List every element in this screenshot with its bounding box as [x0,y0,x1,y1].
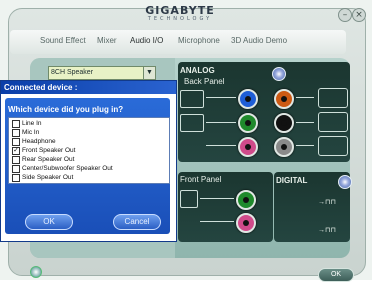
checkbox[interactable] [12,120,20,128]
option-label: Headphone [22,138,56,145]
speaker-icon [318,136,348,156]
brand-subtitle: TECHNOLOGY [147,16,213,22]
checkbox[interactable] [12,129,20,137]
dialog-ok-button[interactable]: OK [25,214,73,230]
checkbox[interactable] [12,174,20,182]
info-icon[interactable] [30,266,42,278]
jack-gray[interactable] [274,137,294,157]
tab-sound-effect[interactable]: Sound Effect [40,36,86,45]
spdif-out-icon: →⊓⊓ [318,199,336,206]
tab-audio-io[interactable]: Audio I/O [130,36,163,45]
tab-microphone[interactable]: Microphone [178,36,220,45]
digital-label: DIGITAL [276,176,308,185]
checkbox[interactable] [12,138,20,146]
wire-line [200,221,234,222]
plug-icon [180,90,204,108]
jack-blue[interactable] [238,89,258,109]
dialog-title: Connected device : [1,81,176,94]
option-label: Line In [22,120,42,127]
plug-icon [180,114,204,132]
jack-front-pink[interactable] [236,213,256,233]
checkbox[interactable] [12,156,20,164]
checkbox-checked[interactable]: ✓ [12,147,20,155]
option-label: Center/Subwoofer Speaker Out [22,165,113,172]
option-label: Rear Speaker Out [22,156,75,163]
tab-3d-audio-demo[interactable]: 3D Audio Demo [231,36,287,45]
wire-line [296,97,314,98]
minimize-icon[interactable]: – [338,8,352,22]
chevron-down-icon[interactable]: ▼ [143,67,155,79]
spdif-in-icon: →⊓⊓ [318,227,336,234]
speaker-config-value: 8CH Speaker [51,69,94,76]
jack-green[interactable] [238,113,258,133]
wire-line [200,198,234,199]
speaker-icon [318,88,348,108]
dialog-cancel-button[interactable]: Cancel [113,214,161,230]
wire-line [296,122,314,123]
wire-line [206,97,236,98]
option-label: Side Speaker Out [22,174,74,181]
headphone-icon [180,190,198,208]
option-label: Mic In [22,129,40,136]
jack-orange[interactable] [274,89,294,109]
wire-line [206,145,236,146]
wire-line [206,122,236,123]
jack-black[interactable] [274,113,294,133]
dialog-question: Which device did you plug in? [8,105,124,114]
settings-icon[interactable] [272,67,286,81]
front-panel-label: Front Panel [180,175,222,184]
jack-front-green[interactable] [236,190,256,210]
speaker-config-select[interactable]: 8CH Speaker ▼ [48,66,156,80]
jack-pink[interactable] [238,137,258,157]
speaker-icon [318,112,348,132]
settings-icon[interactable] [338,175,352,189]
option-label: Front Speaker Out [22,147,76,154]
wire-line [296,145,314,146]
analog-label: ANALOG [180,66,215,75]
app-window: GIGABYTE TECHNOLOGY – × Sound Effect Mix… [0,0,372,282]
device-options-list: Line In Mic In Headphone ✓ Front Speaker… [8,117,170,184]
connected-device-dialog: Connected device : Which device did you … [0,80,177,242]
back-panel-label: Back Panel [184,77,225,86]
close-icon[interactable]: × [352,8,366,22]
checkbox[interactable] [12,165,20,173]
tab-mixer[interactable]: Mixer [97,36,117,45]
